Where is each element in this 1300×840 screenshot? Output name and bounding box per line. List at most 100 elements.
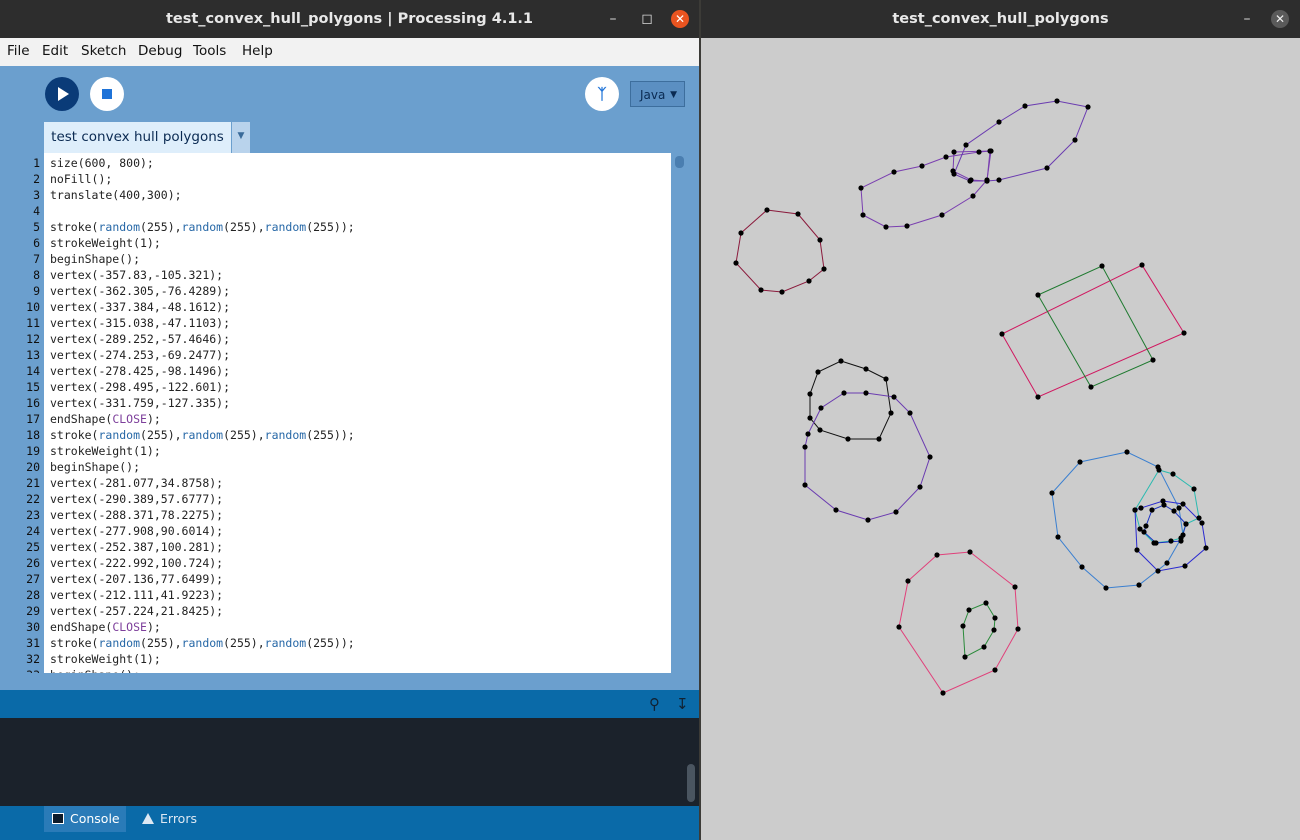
search-icon[interactable]: ⚲ [649,695,660,713]
console-output[interactable] [0,718,699,806]
vertex-point [802,482,808,488]
vertex-point [939,212,945,218]
menu-sketch[interactable]: Sketch [81,38,126,65]
code-line[interactable]: vertex(-315.038,-47.1103); [50,315,230,331]
console-scrollbar[interactable] [687,764,695,802]
code-line[interactable]: vertex(-222.992,100.724); [50,555,223,571]
vertex-point [1044,165,1050,171]
minimize-icon[interactable]: – [604,10,622,28]
code-line[interactable]: endShape(CLOSE); [50,411,161,427]
editor-scroll-thumb[interactable] [675,156,684,168]
vertex-point [893,509,899,515]
vertex-point [1103,585,1109,591]
menu-tools[interactable]: Tools [193,38,226,65]
code-editor[interactable]: 1 2 3 4 5 6 7 8 9 10 11 12 13 14 15 16 17 18 19 20 21 22 23 24 2… [0,153,699,682]
tab-errors[interactable]: Errors [134,806,197,832]
minimize-icon[interactable]: – [1238,10,1256,28]
line-number: 16 [26,396,40,410]
code-line[interactable]: translate(400,300); [50,187,182,203]
sketch-title-bar[interactable]: test_convex_hull_polygons – ✕ [701,0,1300,38]
line-number: 4 [33,204,40,218]
code-line[interactable]: noFill(); [50,171,112,187]
polygon-9 [1051,451,1184,589]
code-line[interactable]: beginShape(); [50,459,140,475]
close-icon[interactable]: ✕ [1271,10,1289,28]
line-number: 8 [33,268,40,282]
line-number: 27 [26,572,40,586]
vertex-point [1132,507,1138,513]
ide-title-bar[interactable]: test_convex_hull_polygons | Processing 4… [0,0,699,38]
code-line[interactable]: vertex(-281.077,34.8758); [50,475,223,491]
code-line[interactable]: beginShape(); [50,251,140,267]
vertex-point [806,278,812,284]
vertex-point [764,207,770,213]
line-number: 18 [26,428,40,442]
vertex-point [1015,626,1021,632]
menu-debug[interactable]: Debug [138,38,182,65]
vertex-point [987,148,993,154]
debugger-icon[interactable]: ᛉ [585,77,619,111]
close-icon[interactable]: ✕ [671,10,689,28]
code-line[interactable]: vertex(-252.387,100.281); [50,539,223,555]
vertex-point [999,331,1005,337]
code-line[interactable]: vertex(-288.371,78.2275); [50,507,223,523]
code-area[interactable]: size(600, 800); noFill(); translate(400,30… [44,153,671,673]
vertex-point [1049,490,1055,496]
code-line[interactable]: strokeWeight(1); [50,443,161,459]
tab-menu-button[interactable]: ▼ [232,122,250,153]
tab-console[interactable]: Console [44,806,126,832]
vertex-point [1150,357,1156,363]
vertex-point [919,163,925,169]
vertex-point [817,427,823,433]
vertex-point [1035,292,1041,298]
code-line[interactable]: vertex(-278.425,-98.1496); [50,363,230,379]
stop-button[interactable] [90,77,124,111]
line-number: 3 [33,188,40,202]
code-line[interactable]: vertex(-331.759,-127.335); [50,395,230,411]
line-number: 17 [26,412,40,426]
code-line[interactable]: vertex(-289.252,-57.4646); [50,331,230,347]
editor-vertical-scrollbar[interactable] [671,153,687,673]
vertex-point [960,623,966,629]
menu-help[interactable]: Help [242,38,273,65]
code-line[interactable]: endShape(CLOSE); [50,619,161,635]
code-line[interactable]: vertex(-357.83,-105.321); [50,267,223,283]
vertex-point [904,223,910,229]
code-line[interactable]: size(600, 800); [50,155,154,171]
scroll-lock-icon[interactable]: ↧ [676,695,689,713]
code-line[interactable]: stroke(random(255),random(255),random(25… [50,635,355,651]
vertex-point [758,287,764,293]
menu-file[interactable]: File [7,38,30,65]
vertex-point [805,431,811,437]
code-line[interactable]: strokeWeight(1); [50,235,161,251]
menu-edit[interactable]: Edit [42,38,68,65]
code-line[interactable]: vertex(-290.389,57.6777); [50,491,223,507]
polygon-6 [1037,265,1154,388]
code-line[interactable]: strokeWeight(1); [50,651,161,667]
code-line[interactable]: vertex(-207.136,77.6499); [50,571,223,587]
code-line[interactable]: vertex(-277.908,90.6014); [50,523,223,539]
code-line[interactable]: stroke(random(255),random(255),random(25… [50,219,355,235]
line-number: 23 [26,508,40,522]
vertex-point [1055,534,1061,540]
vertex-point [1143,523,1149,529]
vertex-point [1170,471,1176,477]
sketch-canvas[interactable] [701,38,1300,840]
mode-selector[interactable]: Java ▼ [630,81,685,107]
vertex-point [984,178,990,184]
code-line[interactable]: vertex(-212.111,41.9223); [50,587,223,603]
code-line[interactable]: vertex(-298.495,-122.601); [50,379,230,395]
maximize-icon[interactable]: ◻ [638,10,656,28]
code-line[interactable]: vertex(-274.253,-69.2477); [50,347,230,363]
line-number: 31 [26,636,40,650]
toolbar: ᛉ Java ▼ [0,66,699,122]
tab-sketch[interactable]: test convex hull polygons [44,122,231,153]
editor-horizontal-scrollbar[interactable] [0,673,699,690]
code-line[interactable]: vertex(-337.384,-48.1612); [50,299,230,315]
code-line[interactable]: vertex(-257.224,21.8425); [50,603,223,619]
vertex-point [996,119,1002,125]
code-line[interactable]: vertex(-362.305,-76.4289); [50,283,230,299]
code-line[interactable]: stroke(random(255),random(255),random(25… [50,427,355,443]
run-button[interactable] [45,77,79,111]
terminal-icon [52,813,64,824]
